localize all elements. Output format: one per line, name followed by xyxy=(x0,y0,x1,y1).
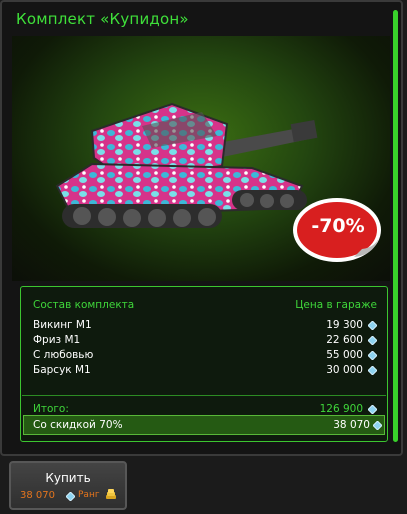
panel-header: Состав комплекта Цена в гараже xyxy=(33,299,377,315)
crystal-icon xyxy=(368,321,377,330)
item-name: Барсук М1 xyxy=(33,364,91,376)
list-item: С любовью 55 000 xyxy=(33,349,377,363)
list-item: Барсук М1 30 000 xyxy=(33,364,377,378)
item-name: С любовью xyxy=(33,349,94,361)
kit-contents-panel: Состав комплекта Цена в гараже Викинг М1… xyxy=(20,286,388,442)
scrollbar[interactable] xyxy=(393,10,398,442)
crystal-icon xyxy=(368,366,377,375)
window-title: Комплект «Купидон» xyxy=(16,10,189,28)
header-garage-price: Цена в гараже xyxy=(295,299,377,311)
crystal-icon xyxy=(368,336,377,345)
item-name: Фриз М1 xyxy=(33,334,81,346)
buy-price: 38 070 xyxy=(20,490,55,501)
kit-window: Комплект «Купидон» -70% Состав комплекта… xyxy=(0,0,403,456)
discount-total-row: Со скидкой 70% 38 070 xyxy=(23,415,385,435)
total-price: 126 900 xyxy=(319,403,363,415)
item-name: Викинг М1 xyxy=(33,319,92,331)
list-item: Фриз М1 22 600 xyxy=(33,334,377,348)
item-price: 22 600 xyxy=(326,334,363,346)
crystal-icon xyxy=(368,405,377,414)
divider xyxy=(22,395,386,396)
item-price: 30 000 xyxy=(326,364,363,376)
discount-price: 38 070 xyxy=(333,419,370,431)
item-price: 55 000 xyxy=(326,349,363,361)
discount-label: Со скидкой 70% xyxy=(33,419,123,431)
total-label: Итого: xyxy=(33,403,69,415)
crystal-icon xyxy=(373,421,382,430)
crystal-icon xyxy=(368,351,377,360)
buy-label: Купить xyxy=(45,471,91,485)
discount-badge-text: -70% xyxy=(311,215,365,237)
rank-label: Ранг xyxy=(78,490,100,500)
rank-coin-icon xyxy=(106,489,116,499)
buy-button[interactable]: Купить 38 070 Ранг xyxy=(9,461,127,510)
header-contents: Состав комплекта xyxy=(33,299,135,311)
crystal-icon xyxy=(66,492,75,501)
list-item: Викинг М1 19 300 xyxy=(33,319,377,333)
item-price: 19 300 xyxy=(326,319,363,331)
